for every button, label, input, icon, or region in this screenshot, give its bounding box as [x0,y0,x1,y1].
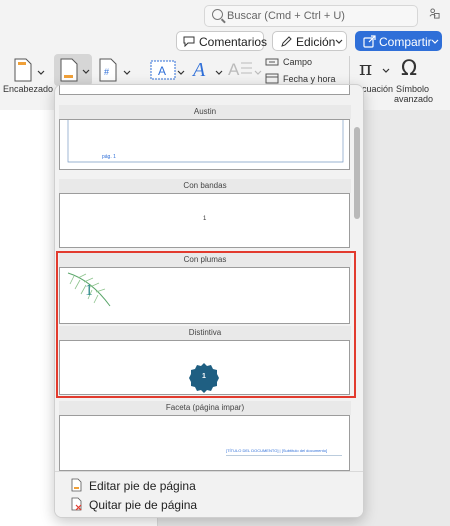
svg-text:A: A [228,60,240,79]
gallery-item-con-bandas[interactable]: 1 [59,193,350,248]
calendar-icon[interactable] [265,72,279,84]
gallery-item-austin[interactable]: pág. 1 [59,119,350,170]
field-icon[interactable] [265,57,279,67]
svg-text:A: A [191,59,206,80]
con-bandas-number: 1 [203,216,207,222]
search-box[interactable]: Buscar (Cmd + Ctrl + U) [204,5,418,27]
svg-text:π: π [359,58,372,78]
chevron-down-icon [82,69,90,74]
edit-footer-label: Editar pie de página [89,479,196,493]
gallery-item-faceta[interactable]: [TÍTULO DEL DOCUMENTO] | [Subtítulo del … [59,415,350,471]
symbol-label-2: avanzado [394,94,434,104]
field-label[interactable]: Campo [283,57,312,67]
gallery-item-title: Faceta (página impar) [59,401,351,415]
austin-page-text: pág. 1 [102,154,116,160]
text-box-icon[interactable]: A [150,60,176,80]
remove-footer-label: Quitar pie de página [89,498,198,512]
selection-highlight [56,251,356,398]
pi-icon[interactable]: π [357,58,379,78]
chevron-down-icon[interactable] [177,70,185,76]
chevron-down-icon [431,39,439,44]
comment-icon [183,36,195,47]
chevron-down-icon[interactable] [123,70,131,76]
austin-preview [67,120,344,163]
header-label: Encabezado [3,84,54,94]
footer-icon [60,58,78,82]
drop-cap-icon[interactable]: A [227,58,253,80]
chevron-down-icon [254,70,262,75]
comments-label: Comentarios [199,35,268,49]
chevron-down-icon[interactable] [382,68,390,74]
chevron-down-icon[interactable] [215,70,223,76]
pencil-icon [281,36,292,47]
svg-text:A: A [158,64,166,78]
share-label: Compartir [379,35,432,49]
gallery-item-title: Con bandas [59,179,351,193]
editing-button[interactable]: Edición [272,31,347,51]
datetime-label[interactable]: Fecha y hora [283,74,336,84]
footer-gallery[interactable]: Austin pág. 1 Con bandas 1 Con plumas 1 … [55,85,363,471]
gallery-item-title: Austin [59,105,351,119]
svg-text:Ω: Ω [401,56,417,78]
title-bar: Buscar (Cmd + Ctrl + U) [0,0,450,30]
comments-button[interactable]: Comentarios [176,31,268,51]
omega-icon[interactable]: Ω [400,56,422,78]
faceta-sample-text: [TÍTULO DEL DOCUMENTO] | [Subtítulo del … [226,448,328,453]
wordart-icon[interactable]: A [191,58,213,80]
faceta-rule [226,455,342,456]
footer-button[interactable] [54,54,92,86]
chevron-down-icon[interactable] [37,70,45,76]
edit-footer-icon [71,478,82,492]
share-button[interactable]: Compartir [355,31,442,51]
search-placeholder: Buscar (Cmd + Ctrl + U) [227,10,345,22]
footer-actions: Editar pie de página Quitar pie de págin… [55,471,363,517]
symbol-label-1: Símbolo [396,84,430,94]
footer-gallery-dropdown: Austin pág. 1 Con bandas 1 Con plumas 1 … [54,84,364,518]
editing-label: Edición [296,35,336,49]
share-icon [363,35,376,48]
remove-footer-icon [71,497,82,511]
chevron-down-icon [335,39,343,44]
search-icon [212,9,223,20]
scrollbar-thumb[interactable] [354,127,360,219]
svg-text:#: # [104,67,109,77]
people-share-icon[interactable] [429,8,440,19]
page-number-icon[interactable]: # [98,58,118,82]
header-icon[interactable] [13,58,33,82]
gallery-card-partial[interactable] [59,85,350,95]
